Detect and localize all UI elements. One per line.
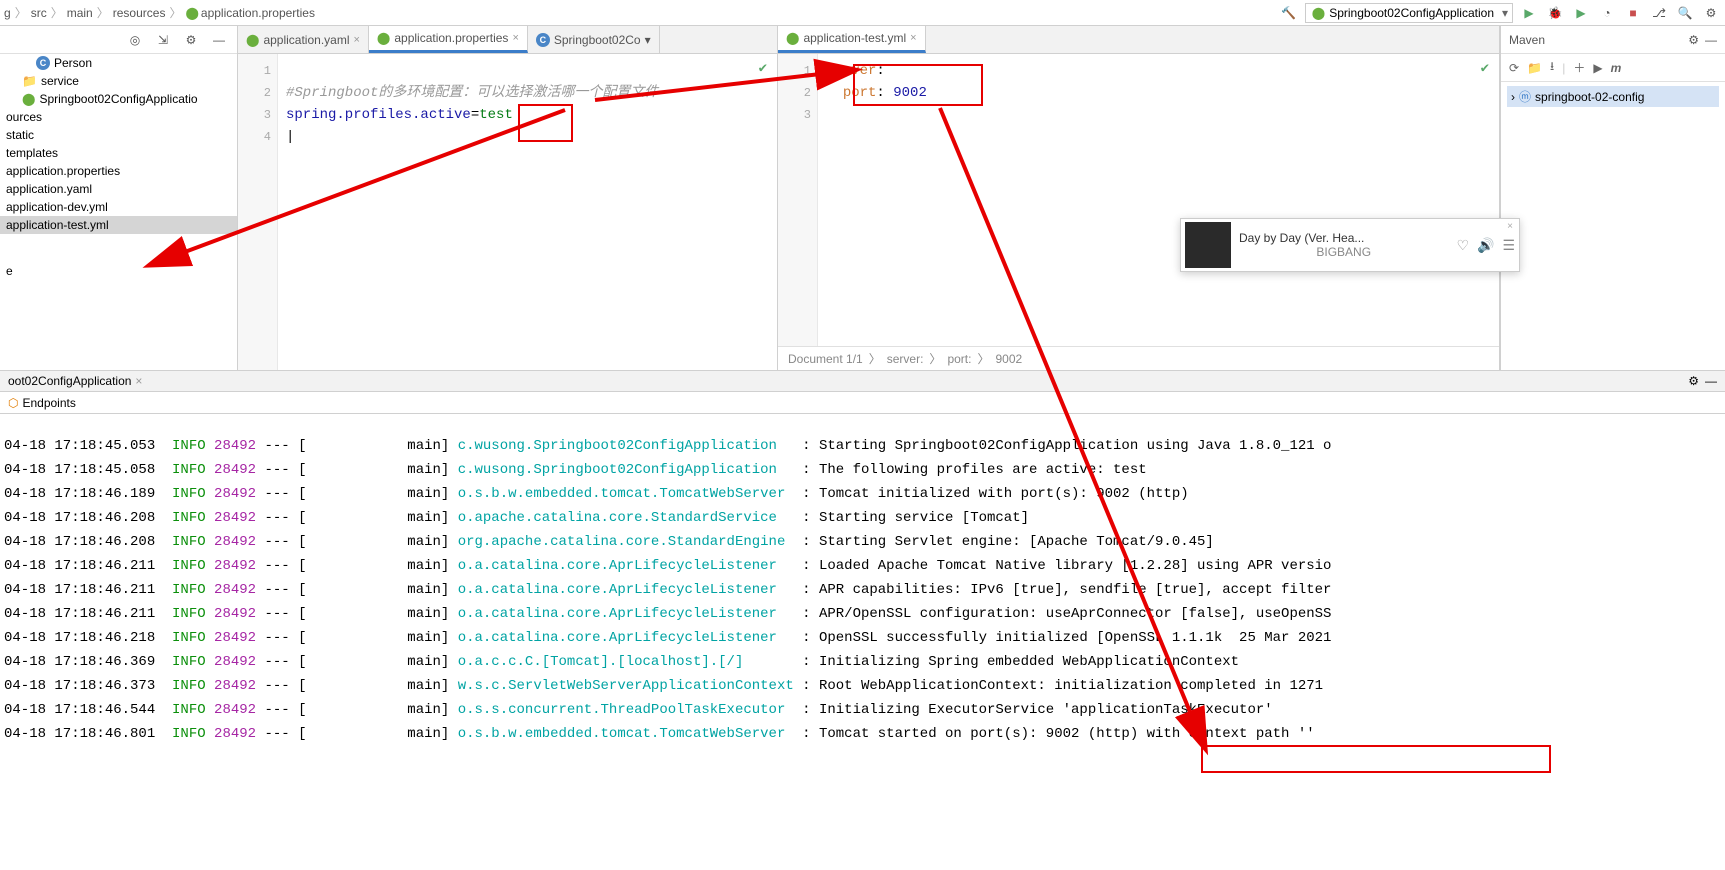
bc-seg[interactable]: application.properties bbox=[201, 6, 315, 20]
close-icon[interactable]: × bbox=[353, 34, 359, 46]
tree-item[interactable]: ources bbox=[0, 108, 237, 126]
tab-app-test[interactable]: ⬤application-test.yml× bbox=[778, 26, 926, 53]
tree-item-app-prop[interactable]: application.properties bbox=[0, 162, 237, 180]
highlight-box bbox=[1201, 745, 1551, 773]
plus-icon[interactable]: ＋ bbox=[1573, 59, 1585, 76]
breadcrumb[interactable]: g〉 src〉 main〉 resources〉 ⬤ application.p… bbox=[4, 4, 315, 21]
spring-icon: ⬤ bbox=[1312, 6, 1325, 20]
editor-right: ⬤application-test.yml× 123 server: port:… bbox=[778, 26, 1500, 370]
spring-icon: ⬤ bbox=[246, 33, 259, 47]
tree-toolbar: ◎ ⇲ ⚙ — bbox=[0, 26, 237, 54]
chevron-down-icon[interactable]: ▾ bbox=[645, 33, 651, 47]
spring-icon: ⬤ bbox=[185, 6, 198, 20]
album-art bbox=[1185, 222, 1231, 268]
editor-left: ⬤application.yaml× ⬤application.properti… bbox=[238, 26, 778, 370]
chevron-right-icon: › bbox=[1511, 90, 1515, 104]
run-window-tab[interactable]: oot02ConfigApplication× ⚙— bbox=[0, 370, 1725, 392]
run-config-select[interactable]: ⬤ Springboot02ConfigApplication bbox=[1305, 3, 1513, 23]
tree-item[interactable]: templates bbox=[0, 144, 237, 162]
hammer-icon[interactable]: 🔨 bbox=[1279, 3, 1299, 23]
coverage-icon[interactable]: ▶ bbox=[1571, 3, 1591, 23]
spring-icon: ⬤ bbox=[377, 31, 390, 45]
bc-seg[interactable]: src bbox=[31, 6, 47, 20]
folder-icon[interactable]: 📁 bbox=[1527, 61, 1542, 75]
tab-springboot02[interactable]: CSpringboot02Co▾ bbox=[528, 26, 660, 53]
spring-icon: ⬤ bbox=[22, 92, 35, 106]
gutter: 123 bbox=[778, 54, 818, 346]
hide-icon[interactable]: — bbox=[1705, 374, 1717, 388]
search-icon[interactable]: 🔍 bbox=[1675, 3, 1695, 23]
song-artist: BIGBANG bbox=[1239, 245, 1448, 259]
tab-app-yaml[interactable]: ⬤application.yaml× bbox=[238, 26, 369, 53]
bc-seg[interactable]: resources bbox=[113, 6, 166, 20]
song-title: Day by Day (Ver. Hea... bbox=[1239, 231, 1448, 245]
tree-item-app-test[interactable]: application-test.yml bbox=[0, 216, 237, 234]
run-icon[interactable]: ▶ bbox=[1593, 61, 1602, 75]
maven-panel: Maven ⚙ — ⟳ 📁 ⭳ | ＋ ▶ m › ⓜ springboot-02… bbox=[1500, 26, 1725, 370]
close-icon[interactable]: × bbox=[512, 32, 518, 44]
run-config-label: Springboot02ConfigApplication bbox=[1329, 6, 1494, 20]
bc-seg[interactable]: main bbox=[67, 6, 93, 20]
editor-status-crumb: Document 1/1〉 server:〉 port:〉 9002 bbox=[778, 346, 1499, 370]
close-icon[interactable]: × bbox=[910, 32, 916, 44]
collapse-icon[interactable]: ⇲ bbox=[153, 30, 173, 50]
code-comment: #Springboot的多环境配置：可以选择激活哪一个配置文件 bbox=[286, 82, 773, 104]
volume-icon[interactable]: 🔊 bbox=[1477, 237, 1494, 254]
settings-icon[interactable]: ⚙ bbox=[1701, 3, 1721, 23]
hide-icon[interactable]: — bbox=[209, 30, 229, 50]
playlist-icon[interactable]: ☰ bbox=[1502, 237, 1515, 254]
maven-toolbar: ⟳ 📁 ⭳ | ＋ ▶ m bbox=[1501, 54, 1725, 82]
gutter: 1234 bbox=[238, 54, 278, 370]
class-icon: C bbox=[536, 33, 550, 47]
highlight-box bbox=[853, 64, 983, 106]
top-toolbar: g〉 src〉 main〉 resources〉 ⬤ application.p… bbox=[0, 0, 1725, 26]
code-val: test bbox=[479, 107, 513, 123]
close-icon[interactable]: × bbox=[135, 374, 142, 388]
console-output[interactable]: 04-18 17:18:45.053 INFO 28492 --- [ main… bbox=[0, 414, 1725, 746]
tree-item-app-yaml[interactable]: application.yaml bbox=[0, 180, 237, 198]
bc-seg[interactable]: g bbox=[4, 6, 11, 20]
ok-icon: ✔ bbox=[1481, 60, 1489, 77]
music-popup[interactable]: Day by Day (Ver. Hea... BIGBANG ♡ 🔊 ☰ × bbox=[1180, 218, 1520, 272]
gear-icon[interactable]: ⚙ bbox=[1688, 374, 1699, 388]
profile-icon[interactable]: ◔ bbox=[1597, 3, 1617, 23]
folder-icon: 📁 bbox=[22, 74, 37, 88]
run-icon[interactable]: ▶ bbox=[1519, 3, 1539, 23]
download-icon[interactable]: ⭳ bbox=[1550, 57, 1554, 78]
editor-tabs-right: ⬤application-test.yml× bbox=[778, 26, 1499, 54]
hide-icon[interactable]: — bbox=[1705, 33, 1717, 47]
tree-item-app-dev[interactable]: application-dev.yml bbox=[0, 198, 237, 216]
highlight-box bbox=[518, 104, 573, 142]
reload-icon[interactable]: ⟳ bbox=[1509, 61, 1519, 75]
class-icon: C bbox=[36, 56, 50, 70]
tree-item-service[interactable]: 📁service bbox=[0, 72, 237, 90]
spring-icon: ⬤ bbox=[786, 31, 799, 45]
heart-icon[interactable]: ♡ bbox=[1456, 237, 1469, 254]
code-key: spring.profiles.active bbox=[286, 107, 471, 123]
maven-project[interactable]: › ⓜ springboot-02-config bbox=[1507, 86, 1719, 107]
tree-item-person[interactable]: CPerson bbox=[0, 54, 237, 72]
endpoints-icon: ⬡ bbox=[8, 396, 18, 410]
maven-m-icon[interactable]: m bbox=[1611, 61, 1622, 75]
git-icon[interactable]: ⎇ bbox=[1649, 3, 1669, 23]
debug-icon[interactable]: 🐞 bbox=[1545, 3, 1565, 23]
editor-tabs-left: ⬤application.yaml× ⬤application.properti… bbox=[238, 26, 777, 54]
tab-app-prop[interactable]: ⬤application.properties× bbox=[369, 26, 528, 53]
stop-icon[interactable]: ■ bbox=[1623, 3, 1643, 23]
ok-icon: ✔ bbox=[759, 60, 767, 77]
maven-icon: ⓜ bbox=[1519, 88, 1531, 105]
endpoints-tab[interactable]: ⬡ Endpoints bbox=[0, 392, 1725, 414]
tree-item[interactable]: static bbox=[0, 126, 237, 144]
gear-icon[interactable]: ⚙ bbox=[181, 30, 201, 50]
close-icon[interactable]: × bbox=[1507, 221, 1513, 232]
maven-title: Maven bbox=[1509, 33, 1545, 47]
project-tree: ◎ ⇲ ⚙ — CPerson 📁service ⬤Springboot02Co… bbox=[0, 26, 238, 370]
target-icon[interactable]: ◎ bbox=[125, 30, 145, 50]
code-editor-left[interactable]: 1234 #Springboot的多环境配置：可以选择激活哪一个配置文件 spr… bbox=[238, 54, 777, 370]
tree-item-app[interactable]: ⬤Springboot02ConfigApplicatio bbox=[0, 90, 237, 108]
code-editor-right[interactable]: 123 server: port: 9002 ✔ bbox=[778, 54, 1499, 346]
gear-icon[interactable]: ⚙ bbox=[1688, 33, 1699, 47]
tree-item[interactable]: e bbox=[0, 262, 237, 280]
